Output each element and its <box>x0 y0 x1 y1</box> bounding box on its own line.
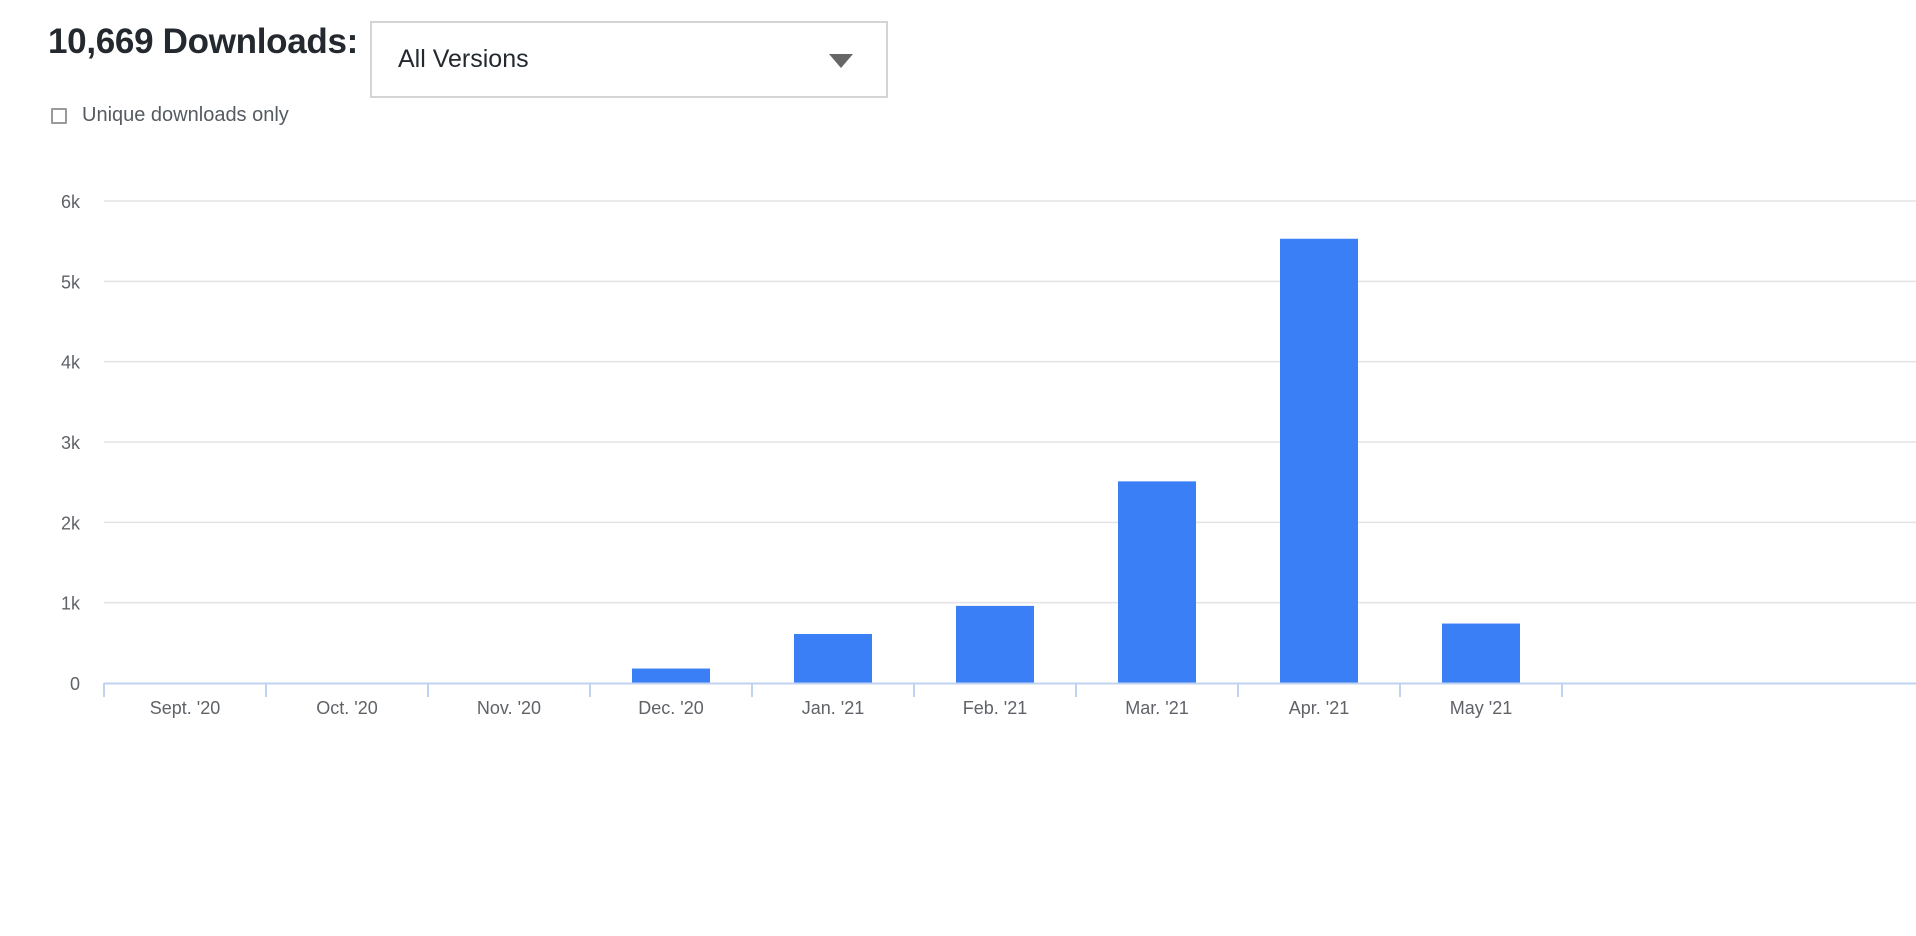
y-tick-label: 5k <box>61 272 81 292</box>
bar <box>632 668 710 683</box>
downloads-bar-chart: 0 1k 2k 3k 4k 5k 6k Sept. '20 Oct. '20 Nov. '20 De… <box>61 192 1916 718</box>
y-tick-label: 4k <box>61 353 81 373</box>
bar <box>1280 238 1358 684</box>
x-tick-label: Jan. '21 <box>802 698 864 718</box>
x-tick-label: Mar. '21 <box>1125 698 1188 718</box>
bar <box>1442 623 1520 683</box>
y-tick-label: 3k <box>61 433 81 453</box>
x-tick-label: Sept. '20 <box>150 698 221 718</box>
x-tick-label: Dec. '20 <box>638 698 703 718</box>
bar <box>956 605 1034 683</box>
x-tick-label: Apr. '21 <box>1289 698 1349 718</box>
x-tick-label: Nov. '20 <box>477 698 541 718</box>
y-tick-label: 1k <box>61 594 81 614</box>
y-tick-label: 0 <box>70 674 80 694</box>
bar <box>1118 481 1196 683</box>
bar <box>794 633 872 683</box>
x-tick-label: Feb. '21 <box>963 698 1027 718</box>
x-tick-label: May '21 <box>1450 698 1512 718</box>
y-tick-label: 2k <box>61 513 81 533</box>
y-tick-label: 6k <box>61 192 81 212</box>
x-tick-label: Oct. '20 <box>316 698 377 718</box>
